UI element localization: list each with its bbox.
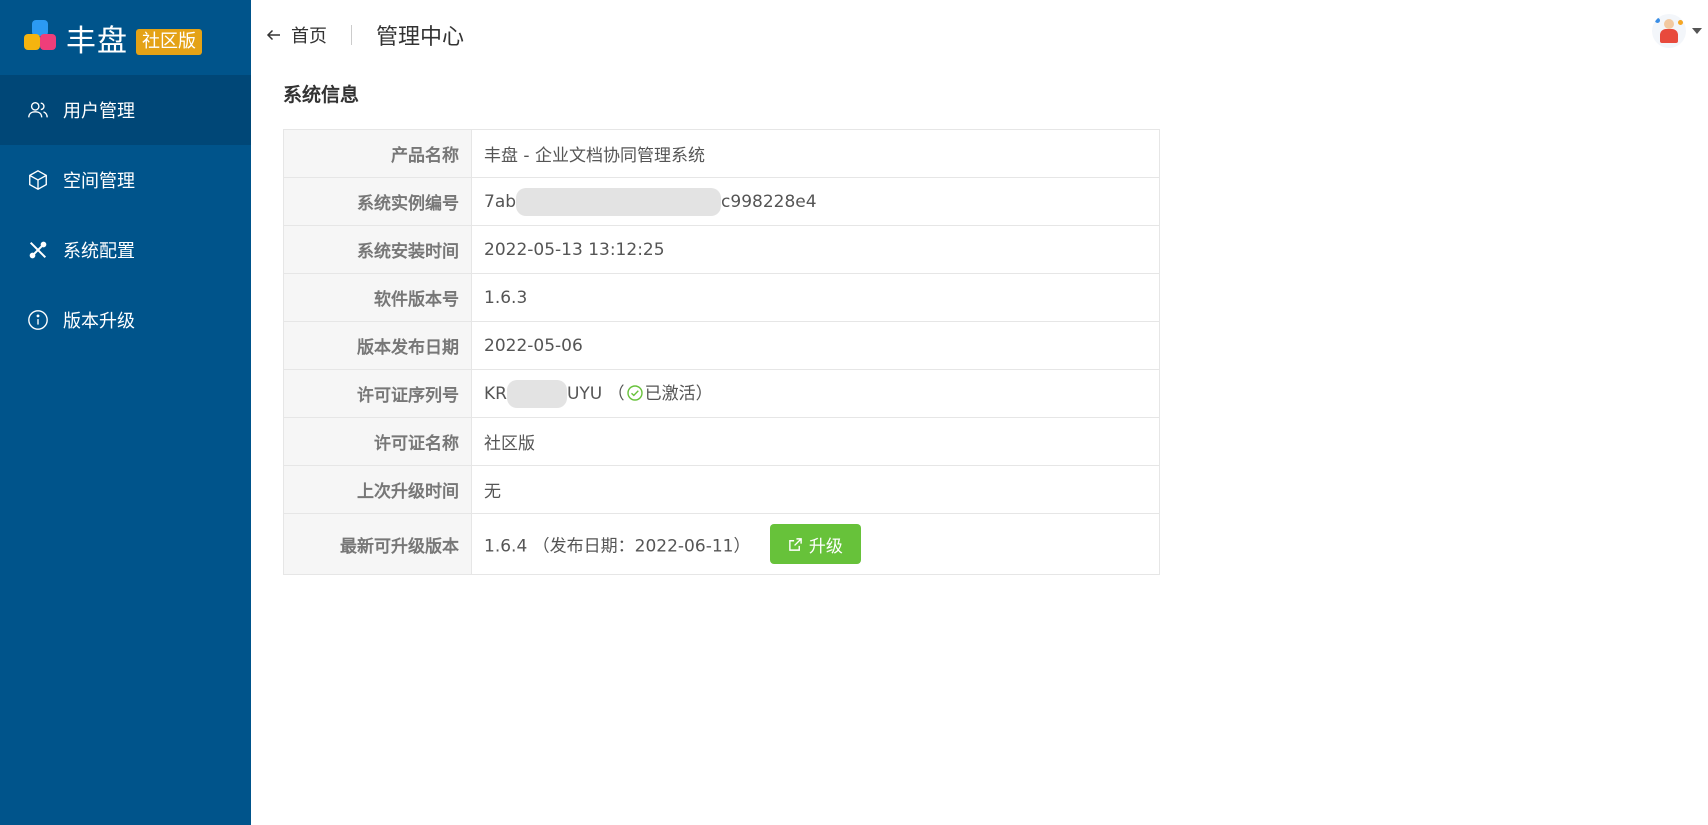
system-info-table: 产品名称 丰盘 - 企业文档协同管理系统 系统实例编号 7ab c998228e4… — [283, 129, 1160, 575]
logo-icon — [22, 19, 58, 56]
app-name: 丰盘 — [66, 23, 128, 59]
check-circle-icon — [626, 385, 643, 401]
row-label: 系统安装时间 — [283, 225, 472, 274]
product-name-value: 丰盘 - 企业文档协同管理系统 — [471, 129, 1160, 178]
license-name-value: 社区版 — [471, 417, 1160, 466]
page-title: 管理中心 — [376, 25, 465, 50]
logo[interactable]: 丰盘 社区版 — [0, 0, 251, 75]
license-serial-suffix: UYU — [566, 384, 603, 404]
table-row: 软件版本号 1.6.3 — [283, 273, 1160, 322]
instance-id-prefix: 7ab — [484, 191, 517, 212]
table-row: 最新可升级版本 1.6.4 （发布日期：2022-06-11） 升级 — [283, 513, 1160, 575]
last-upgrade-value: 无 — [471, 465, 1160, 514]
latest-version-value: 1.6.4 （发布日期：2022-06-11） — [484, 536, 751, 557]
sidebar: 丰盘 社区版 用户管理 空间管理 系统配置 版本升级 — [0, 0, 251, 825]
section-title: 系统信息 — [283, 84, 360, 106]
chevron-down-icon — [1692, 28, 1702, 34]
users-icon — [28, 101, 48, 118]
instance-id-value: 7ab c998228e4 — [471, 177, 1160, 226]
arrow-left-icon — [266, 29, 280, 41]
license-serial-value: KR UYU （ 已激活） — [471, 369, 1160, 418]
upgrade-button[interactable]: 升级 — [769, 524, 861, 564]
row-label: 最新可升级版本 — [283, 513, 472, 575]
row-label: 版本发布日期 — [283, 321, 472, 370]
sidebar-item-label: 版本升级 — [63, 311, 135, 332]
sidebar-item-label: 系统配置 — [63, 241, 135, 262]
sidebar-item-config[interactable]: 系统配置 — [0, 215, 251, 285]
sidebar-item-spaces[interactable]: 空间管理 — [0, 145, 251, 215]
info-icon — [28, 310, 48, 330]
status-close-paren: ） — [695, 384, 713, 404]
table-row: 系统安装时间 2022-05-13 13:12:25 — [283, 225, 1160, 274]
sidebar-item-label: 空间管理 — [63, 171, 135, 192]
row-label: 系统实例编号 — [283, 177, 472, 226]
license-serial-prefix: KR — [484, 384, 507, 404]
row-label: 许可证序列号 — [283, 369, 472, 418]
header-divider — [351, 25, 352, 45]
table-row: 许可证名称 社区版 — [283, 417, 1160, 466]
back-label: 首页 — [291, 26, 327, 47]
license-status: 已激活 — [644, 384, 696, 404]
row-label: 软件版本号 — [283, 273, 472, 322]
instance-id-suffix: c998228e4 — [721, 191, 817, 212]
table-row: 版本发布日期 2022-05-06 — [283, 321, 1160, 370]
redacted-blur — [506, 380, 567, 408]
header: 首页 管理中心 — [251, 0, 1708, 70]
table-row: 系统实例编号 7ab c998228e4 — [283, 177, 1160, 226]
tools-icon — [29, 241, 47, 259]
edition-badge: 社区版 — [136, 28, 202, 55]
sidebar-item-users[interactable]: 用户管理 — [0, 75, 251, 145]
software-version-value: 1.6.3 — [471, 273, 1160, 322]
row-label: 上次升级时间 — [283, 465, 472, 514]
table-row: 产品名称 丰盘 - 企业文档协同管理系统 — [283, 129, 1160, 178]
install-time-value: 2022-05-13 13:12:25 — [471, 225, 1160, 274]
avatar — [1652, 14, 1686, 48]
table-row: 许可证序列号 KR UYU （ 已激活） — [283, 369, 1160, 418]
sidebar-item-upgrade[interactable]: 版本升级 — [0, 285, 251, 355]
back-home-link[interactable]: 首页 — [265, 22, 327, 48]
cube-icon — [29, 170, 47, 190]
release-date-value: 2022-05-06 — [471, 321, 1160, 370]
status-open-paren: （ — [607, 384, 625, 404]
upgrade-button-label: 升级 — [808, 536, 843, 557]
user-menu[interactable] — [1652, 14, 1702, 48]
row-label: 许可证名称 — [283, 417, 472, 466]
redacted-blur — [516, 187, 722, 216]
sidebar-item-label: 用户管理 — [63, 101, 135, 122]
external-link-icon — [789, 537, 802, 551]
latest-version-cell: 1.6.4 （发布日期：2022-06-11） 升级 — [471, 513, 1160, 575]
row-label: 产品名称 — [283, 129, 472, 178]
table-row: 上次升级时间 无 — [283, 465, 1160, 514]
